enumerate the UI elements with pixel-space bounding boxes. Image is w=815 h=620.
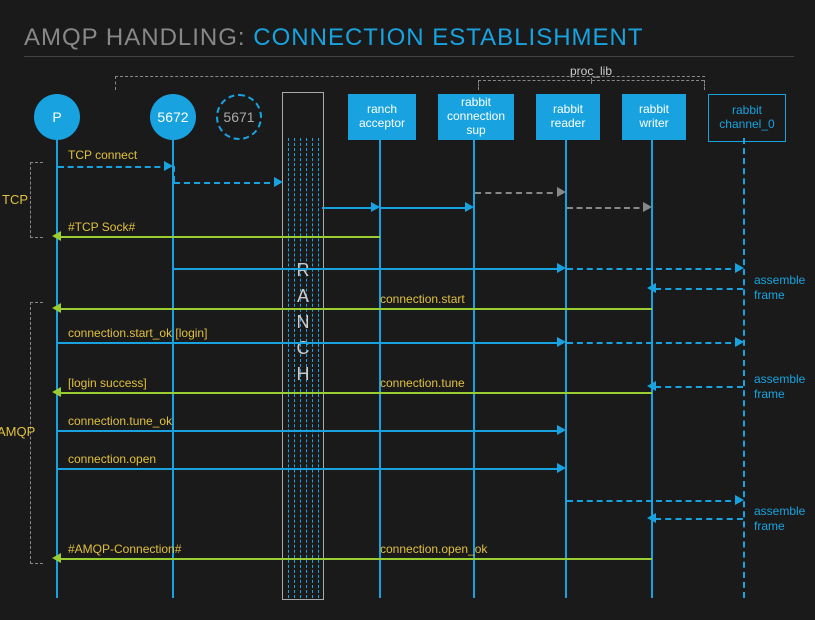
- arrow-asm-1: [647, 283, 656, 293]
- msg-tune: [60, 392, 652, 394]
- lifeline-5672: [172, 140, 174, 598]
- assemble-1a: assemble: [754, 273, 805, 287]
- title-main: CONNECTION ESTABLISHMENT: [253, 24, 643, 51]
- msg-tune-ok-label: connection.tune_ok: [68, 414, 172, 428]
- arrow-tune: [52, 387, 61, 397]
- ranch-hatch-1: [288, 138, 289, 598]
- msg-open-ok: [60, 558, 652, 560]
- node-reader-label: rabbit reader: [538, 103, 598, 131]
- arrow-5672-ranch: [274, 177, 283, 187]
- arrow-open: [557, 463, 566, 473]
- msg-tcp-connect: [58, 166, 170, 168]
- msg-reader-ch0-2: [567, 342, 741, 344]
- msg-start-ok-label: connection.start_ok [login]: [68, 326, 207, 340]
- msg-open: [58, 468, 563, 470]
- arrow-tune-ok: [557, 425, 566, 435]
- node-conn-sup: rabbit connection sup: [438, 94, 514, 140]
- msg-tune-ok: [58, 430, 563, 432]
- arrow-reader-ch0-3: [735, 495, 744, 505]
- node-channel0-label: rabbit channel_0: [711, 104, 783, 132]
- arrow-tcp-sock: [52, 231, 61, 241]
- arrow-tcp-connect: [164, 161, 173, 171]
- node-5672-label: 5672: [157, 109, 188, 125]
- node-channel0: rabbit channel_0: [708, 94, 786, 142]
- assemble-1b: frame: [754, 288, 785, 302]
- proclib-root-line: [115, 76, 705, 77]
- msg-asm-1: [655, 288, 743, 290]
- msg-tcp-sock: [60, 236, 380, 238]
- assemble-2b: frame: [754, 387, 785, 401]
- arrow-acc-sup: [465, 202, 474, 212]
- amqp-conn-label: #AMQP-Connection#: [68, 542, 181, 556]
- assemble-3a: assemble: [754, 504, 805, 518]
- bracket-tcp-label: TCP: [2, 192, 28, 207]
- node-reader: rabbit reader: [536, 94, 600, 140]
- msg-reader-ch0-1: [567, 268, 741, 270]
- ranch-hatch-6: [318, 138, 319, 598]
- msg-5672-reader: [174, 268, 563, 270]
- arrow-open-ok: [52, 553, 61, 563]
- msg-open-ok-label: connection.open_ok: [380, 542, 487, 556]
- msg-tune-label: connection.tune: [380, 376, 465, 390]
- msg-acc-sup: [381, 207, 471, 209]
- msg-start-label: connection.start: [380, 292, 465, 306]
- assemble-3b: frame: [754, 519, 785, 533]
- msg-asm-3: [655, 518, 743, 520]
- msg-start: [60, 308, 652, 310]
- arrow-5672-reader: [557, 263, 566, 273]
- proclib-root-stub: [115, 76, 116, 90]
- spawn-reader: [475, 192, 563, 194]
- arrow-start: [52, 303, 61, 313]
- arrow-start-ok: [557, 337, 566, 347]
- ranch-label: RANCH: [292, 260, 313, 390]
- node-5671-label: 5671: [223, 109, 254, 125]
- node-writer: rabbit writer: [622, 94, 686, 140]
- arrow-asm-3: [647, 513, 656, 523]
- arrow-spawn-writer: [643, 202, 652, 212]
- proclib-brace-right: [704, 80, 705, 90]
- msg-5672-ranch: [174, 182, 280, 184]
- spawn-writer: [567, 207, 649, 209]
- node-ranch-acceptor: ranch acceptor: [348, 94, 416, 140]
- title-prefix: AMQP HANDLING:: [24, 24, 246, 51]
- bracket-amqp-label: AMQP: [0, 424, 35, 439]
- node-5672: 5672: [150, 94, 196, 140]
- msg-tcp-sock-label: #TCP Sock#: [68, 220, 135, 234]
- arrow-reader-ch0-1: [735, 263, 744, 273]
- page-title: AMQP HANDLING: CONNECTION ESTABLISHMENT: [24, 24, 644, 52]
- lifeline-p: [56, 140, 58, 598]
- node-5671: 5671: [216, 94, 262, 140]
- node-acceptor-label: ranch acceptor: [350, 103, 414, 131]
- proclib-brace-left: [478, 80, 479, 90]
- msg-reader-ch0-3: [567, 500, 741, 502]
- msg-open-label: connection.open: [68, 452, 156, 466]
- node-conn-sup-label: rabbit connection sup: [440, 96, 512, 137]
- node-p-label: P: [52, 109, 61, 125]
- msg-start-ok: [58, 342, 563, 344]
- arrow-asm-2: [647, 381, 656, 391]
- msg-ranch-acceptor: [322, 207, 377, 209]
- login-success-label: [login success]: [68, 376, 147, 390]
- assemble-2a: assemble: [754, 372, 805, 386]
- arrow-reader-ch0-2: [735, 337, 744, 347]
- lifeline-channel0: [743, 138, 745, 598]
- node-p: P: [34, 94, 80, 140]
- step-5672: [173, 166, 175, 182]
- node-writer-label: rabbit writer: [624, 103, 684, 131]
- bracket-tcp: [30, 162, 43, 238]
- title-divider: [24, 56, 794, 57]
- msg-tcp-connect-label: TCP connect: [68, 148, 137, 162]
- msg-asm-2: [655, 386, 743, 388]
- proclib-brace-mid: [591, 78, 592, 84]
- arrow-ranch-acceptor: [371, 202, 380, 212]
- arrow-spawn-reader: [557, 187, 566, 197]
